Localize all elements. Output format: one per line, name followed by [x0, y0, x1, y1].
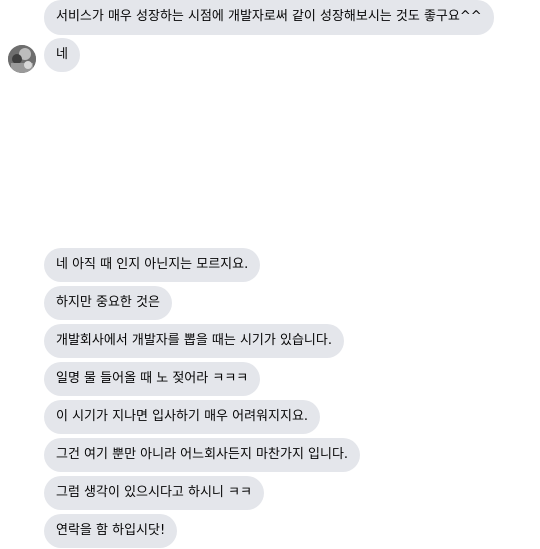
message-text: 네 아직 때 인지 아닌지는 모르지요.: [56, 257, 249, 272]
message-bubble[interactable]: 하지만 중요한 것은: [44, 286, 172, 320]
message-bubble[interactable]: 개발회사에서 개발자를 뽑을 때는 시기가 있습니다.: [44, 324, 344, 358]
message-bubble[interactable]: 네 아직 때 인지 아닌지는 모르지요.: [44, 248, 261, 282]
sender-avatar[interactable]: [8, 45, 36, 73]
avatar-photo-icon: [8, 45, 36, 73]
message-text: 일명 물 들어올 때 노 젖어라 ㅋㅋㅋ: [56, 371, 249, 386]
message-text: 그럼 생각이 있으시다고 하시니 ㅋㅋ: [56, 485, 252, 500]
message-bubble[interactable]: 일명 물 들어올 때 노 젖어라 ㅋㅋㅋ: [44, 362, 261, 396]
message-bubble[interactable]: 이 시기가 지나면 입사하기 매우 어려워지지요.: [44, 400, 321, 434]
message-bubble[interactable]: 그럼 생각이 있으시다고 하시니 ㅋㅋ: [44, 476, 264, 510]
message-text: 개발회사에서 개발자를 뽑을 때는 시기가 있습니다.: [56, 333, 332, 348]
message-text: 하지만 중요한 것은: [56, 295, 160, 310]
message-text: 이 시기가 지나면 입사하기 매우 어려워지지요.: [56, 409, 309, 424]
message-bubble[interactable]: 연락을 함 하입시닷!: [44, 514, 178, 548]
message-text: 그건 여기 뿐만 아니라 어느회사든지 마찬가지 입니다.: [56, 447, 349, 462]
message-bubble[interactable]: 네: [44, 38, 80, 72]
message-bubble[interactable]: 그건 여기 뿐만 아니라 어느회사든지 마찬가지 입니다.: [44, 438, 361, 472]
message-text: 서비스가 매우 성장하는 시점에 개발자로써 같이 성장해보시는 것도 좋구요^…: [56, 9, 482, 24]
message-thread: 서비스가 매우 성장하는 시점에 개발자로써 같이 성장해보시는 것도 좋구요^…: [0, 0, 540, 549]
message-text: 네: [56, 47, 68, 62]
message-bubble[interactable]: 서비스가 매우 성장하는 시점에 개발자로써 같이 성장해보시는 것도 좋구요^…: [44, 0, 494, 35]
message-text: 연락을 함 하입시닷!: [56, 523, 166, 538]
